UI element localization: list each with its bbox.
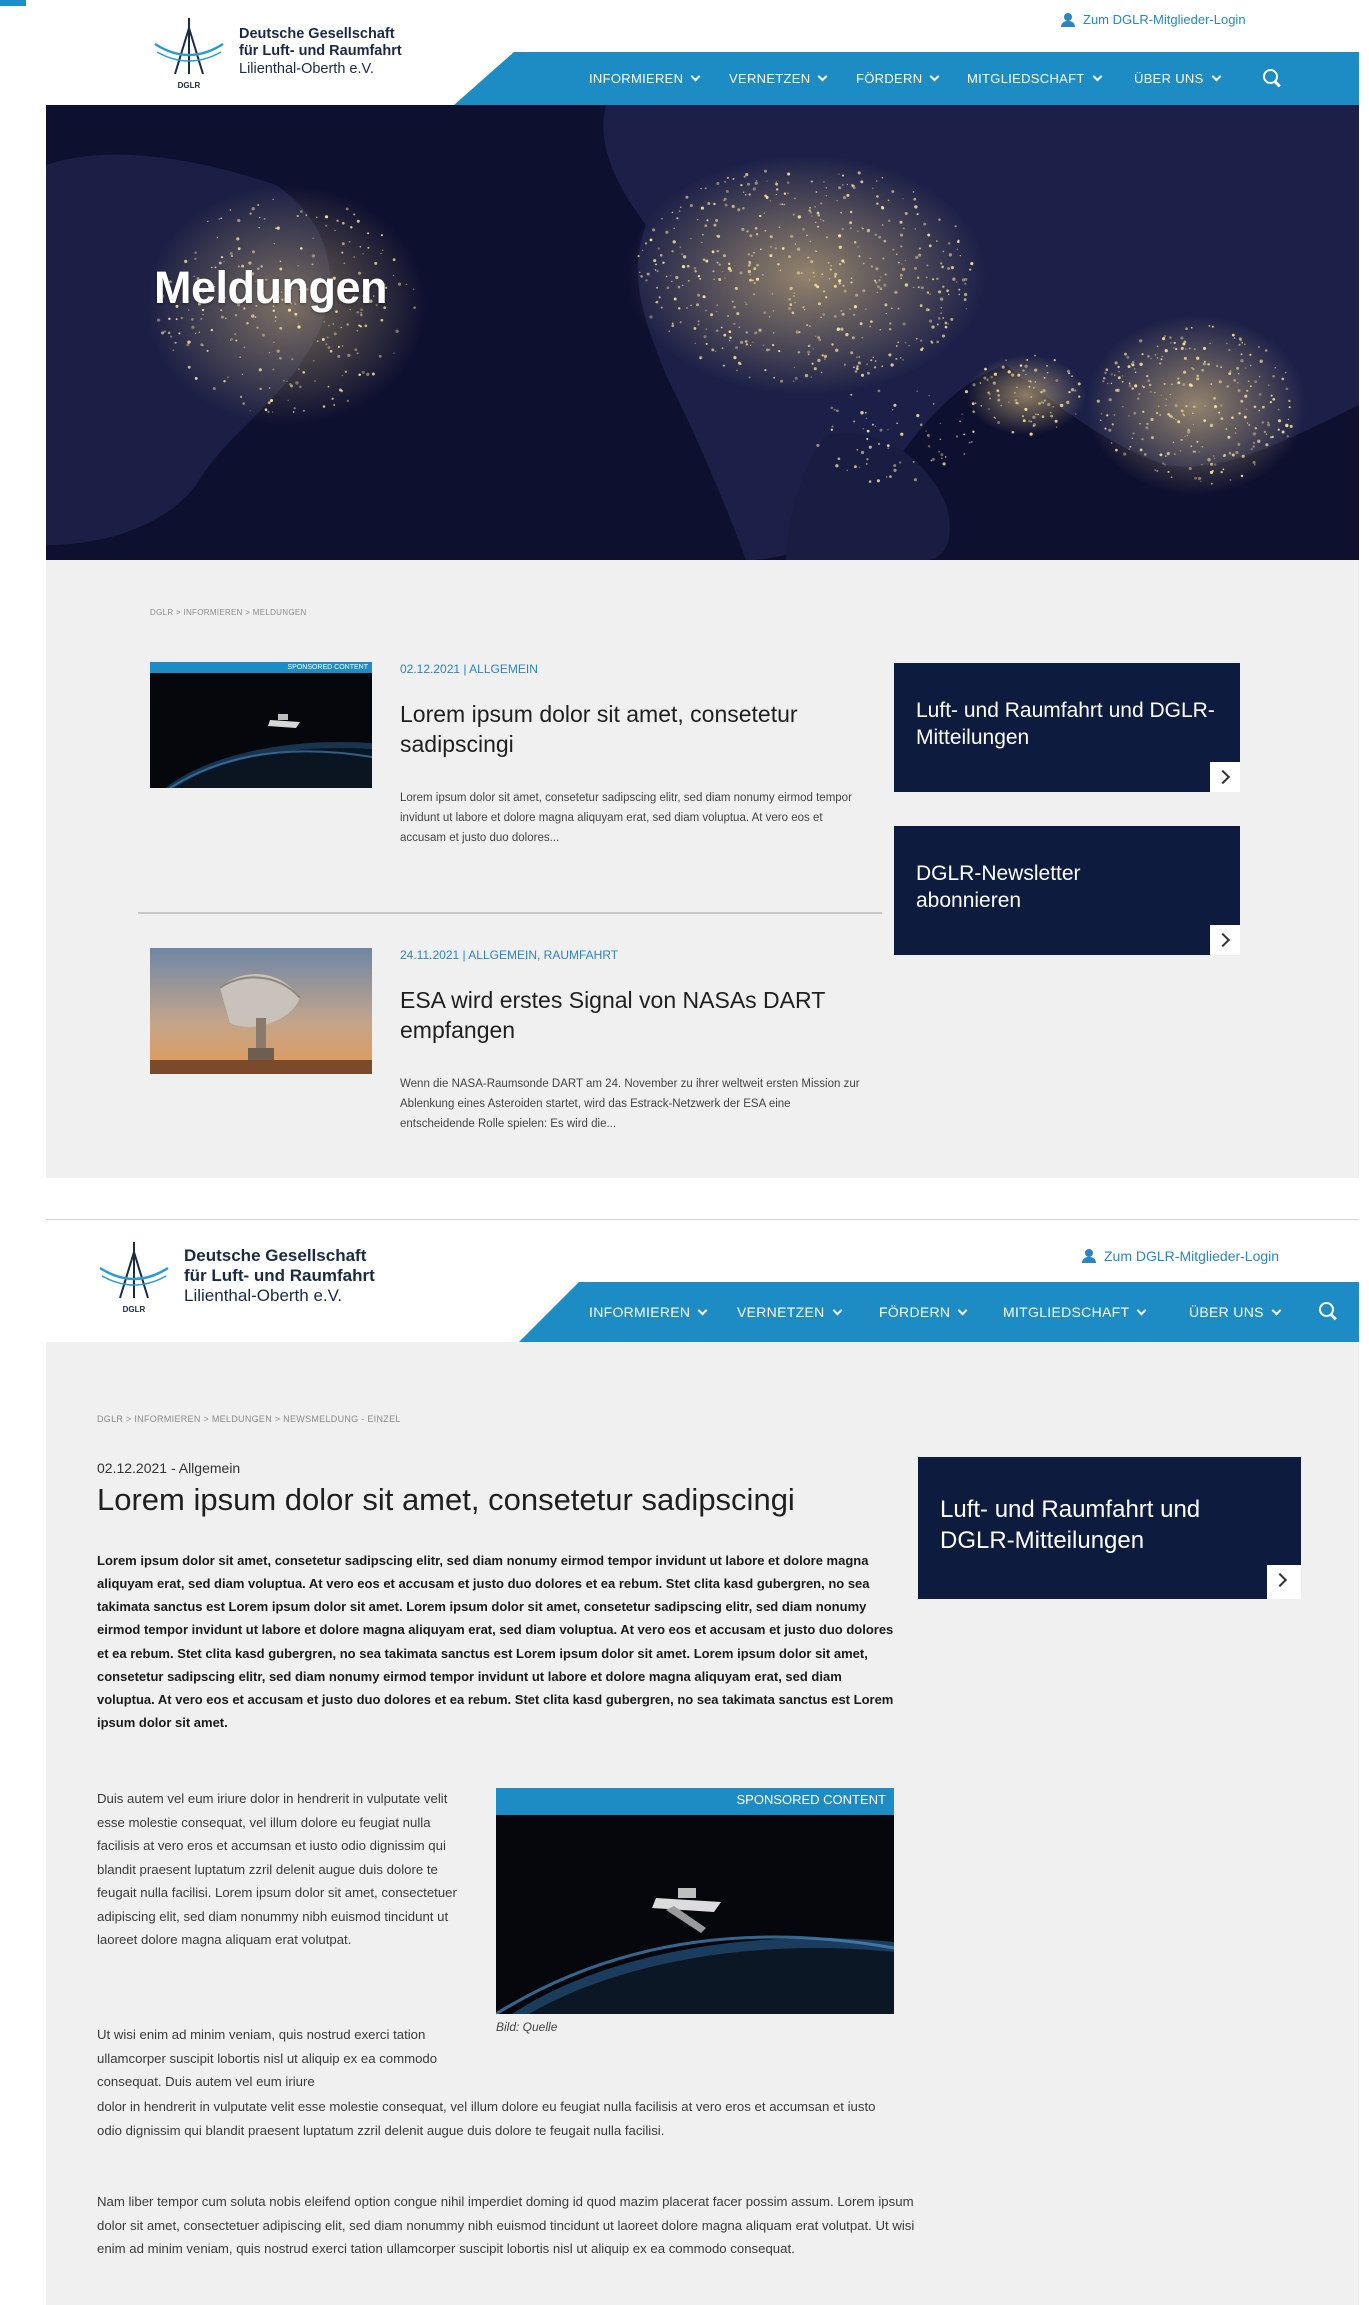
main-nav: INFORMIEREN VERNETZEN FÖRDERN MITGLIEDSC… — [519, 1282, 1359, 1342]
news-item[interactable]: SPONSORED CONTENT 02.12.2021 | ALLGEMEIN… — [150, 662, 870, 862]
post-excerpt: Wenn die NASA-Raumsonde DART am 24. Nove… — [400, 1078, 860, 1131]
logo-line-2: für Luft- und Raumfahrt — [184, 1265, 375, 1285]
post-thumbnail[interactable]: SPONSORED CONTENT — [150, 662, 372, 788]
nav-item-vernetzen[interactable]: VERNETZEN — [737, 1304, 842, 1320]
dglr-logo-icon: DGLR — [96, 1238, 172, 1314]
listing-page: DGLR Deutsche Gesellschaft für Luft- und… — [46, 0, 1359, 1178]
logo-line-3: Lilienthal-Oberth e.V. — [184, 1286, 343, 1306]
article-paragraph: dolor in hendrerit in vulputate velit es… — [97, 2099, 876, 2138]
news-item[interactable]: 24.11.2021 | ALLGEMEIN, RAUMFAHRT ESA wi… — [150, 948, 870, 1148]
chevron-down-icon — [817, 71, 828, 82]
chevron-down-icon — [957, 1305, 968, 1315]
logo-mark-label: DGLR — [123, 1305, 146, 1314]
chevron-right-icon[interactable] — [1210, 925, 1240, 955]
image-caption: Bild: Quelle — [496, 2020, 558, 2034]
nav-item-mitgliedschaft[interactable]: MITGLIEDSCHAFT — [1003, 1304, 1147, 1320]
member-login-label: Zum DGLR-Mitglieder-Login — [1104, 1248, 1280, 1264]
article-paragraph: Ut wisi enim ad minim veniam, quis nostr… — [97, 2027, 438, 2089]
chevron-right-icon[interactable] — [1210, 762, 1240, 792]
article-page: DGLR Deutsche Gesellschaft für Luft- und… — [46, 1220, 1359, 2305]
article-image[interactable] — [436, 1788, 1196, 2305]
chevron-right-icon[interactable] — [1267, 1565, 1301, 1599]
nav-item-mitgliedschaft[interactable]: MITGLIEDSCHAFT — [967, 71, 1103, 86]
listing-content: DGLR > INFORMIEREN > MELDUNGEN SPONSORED… — [46, 560, 1359, 1178]
hero-banner: Meldungen — [46, 105, 1359, 560]
nav-item-foerdern[interactable]: FÖRDERN — [879, 1304, 968, 1320]
nav-item-vernetzen[interactable]: VERNETZEN — [729, 71, 828, 86]
nav-item-ueber-uns[interactable]: ÜBER UNS — [1189, 1304, 1282, 1320]
site-header: DGLR Deutsche Gesellschaft für Luft- und… — [46, 1220, 1359, 1342]
article-lead: Lorem ipsum dolor sit amet, consetetur s… — [97, 1553, 894, 1730]
sidebar-box-title: DGLR-Newsletter abonnieren — [916, 862, 1081, 913]
sponsored-badge: SPONSORED CONTENT — [496, 1788, 894, 1815]
breadcrumb[interactable]: DGLR > INFORMIEREN > MELDUNGEN > NEWSMEL… — [97, 1414, 401, 1424]
search-icon[interactable] — [1263, 69, 1281, 87]
site-header: DGLR Deutsche Gesellschaft für Luft- und… — [46, 0, 1359, 105]
dglr-logo-icon: DGLR — [151, 14, 227, 90]
chevron-down-icon — [690, 71, 701, 82]
logo-line-1: Deutsche Gesellschaft — [184, 1245, 367, 1265]
chevron-down-icon — [697, 1305, 708, 1315]
chevron-down-icon — [1271, 1305, 1282, 1315]
post-meta: 24.11.2021 | ALLGEMEIN, RAUMFAHRT — [400, 948, 619, 962]
divider — [138, 912, 882, 914]
breadcrumb[interactable]: DGLR > INFORMIEREN > MELDUNGEN — [150, 608, 307, 617]
sidebar-box-newsletter[interactable]: DGLR-Newsletter abonnieren — [894, 826, 1240, 955]
logo-mark-label: DGLR — [178, 81, 201, 90]
nav-item-informieren[interactable]: INFORMIEREN — [589, 1304, 708, 1320]
post-thumbnail[interactable] — [150, 948, 372, 1074]
site-logo[interactable]: DGLR Deutsche Gesellschaft für Luft- und… — [96, 1238, 375, 1314]
user-icon — [1082, 1249, 1096, 1263]
member-login-link[interactable]: Zum DGLR-Mitglieder-Login — [1061, 12, 1246, 27]
main-nav: INFORMIEREN VERNETZEN FÖRDERN MITGLIEDSC… — [454, 52, 1359, 105]
search-icon[interactable] — [1319, 1302, 1337, 1320]
sidebar-box-mitteilungen[interactable]: Luft- und Raumfahrt und DGLR-Mitteilunge… — [918, 1457, 1301, 1599]
nav-item-ueber-uns[interactable]: ÜBER UNS — [1134, 71, 1222, 86]
chevron-down-icon — [1092, 71, 1103, 82]
member-login-label: Zum DGLR-Mitglieder-Login — [1083, 12, 1246, 27]
article-paragraph: Duis autem vel eum iriure dolor in hendr… — [97, 1791, 457, 1947]
post-title[interactable]: Lorem ipsum dolor sit amet, consetetur s… — [400, 700, 860, 760]
chevron-down-icon — [1211, 71, 1222, 82]
chevron-down-icon — [929, 71, 940, 82]
article-figure: SPONSORED CONTENT — [436, 1788, 1196, 2305]
hero-night-earth-image — [46, 105, 1359, 560]
logo-line-3: Lilienthal-Oberth e.V. — [239, 60, 374, 77]
chevron-down-icon — [1136, 1305, 1147, 1315]
site-logo[interactable]: DGLR Deutsche Gesellschaft für Luft- und… — [151, 14, 402, 90]
nav-item-foerdern[interactable]: FÖRDERN — [856, 71, 940, 86]
post-title[interactable]: ESA wird erstes Signal von NASAs DART em… — [400, 986, 860, 1046]
sponsored-badge: SPONSORED CONTENT — [150, 662, 372, 673]
post-meta: 02.12.2021 | ALLGEMEIN — [400, 662, 538, 676]
post-excerpt: Lorem ipsum dolor sit amet, consetetur s… — [400, 792, 852, 845]
accent-corner — [0, 0, 26, 6]
sidebar-box-title: Luft- und Raumfahrt und DGLR-Mitteilunge… — [940, 1496, 1201, 1555]
article-title: Lorem ipsum dolor sit amet, consetetur s… — [97, 1482, 795, 1517]
sidebar-box-title: Luft- und Raumfahrt und DGLR-Mitteilunge… — [916, 699, 1215, 750]
sidebar-box-mitteilungen[interactable]: Luft- und Raumfahrt und DGLR-Mitteilunge… — [894, 663, 1240, 792]
logo-line-1: Deutsche Gesellschaft — [239, 26, 395, 43]
page-title: Meldungen — [154, 262, 387, 313]
article-paragraph: Nam liber tempor cum soluta nobis eleife… — [97, 2194, 915, 2256]
member-login-link[interactable]: Zum DGLR-Mitglieder-Login — [1082, 1248, 1279, 1264]
user-icon — [1061, 12, 1075, 27]
nav-item-informieren[interactable]: INFORMIEREN — [589, 71, 701, 86]
logo-line-2: für Luft- und Raumfahrt — [239, 43, 402, 60]
article-meta: 02.12.2021 - Allgemein — [97, 1460, 241, 1476]
chevron-down-icon — [832, 1305, 842, 1315]
